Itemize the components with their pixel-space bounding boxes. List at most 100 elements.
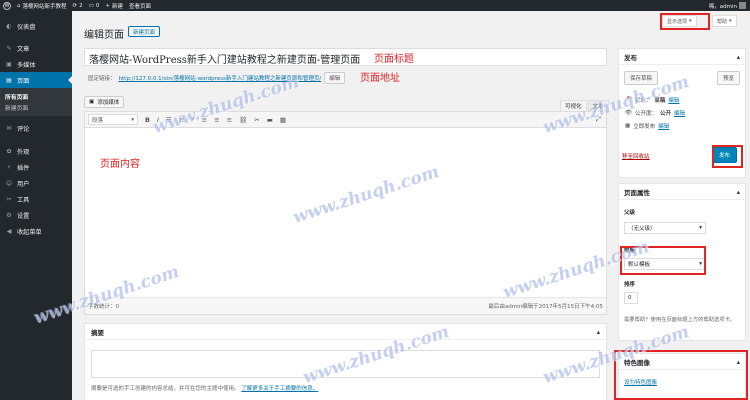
sidebar-item-tools[interactable]: ✂ 工具 bbox=[0, 191, 72, 207]
page-icon: ▤ bbox=[6, 76, 12, 84]
schedule-label: 立即发布 bbox=[633, 123, 656, 130]
order-input[interactable]: 0 bbox=[624, 292, 638, 304]
visibility-edit-link[interactable]: 编辑 bbox=[674, 109, 685, 117]
media-icon: ▣ bbox=[89, 99, 95, 105]
publish-header[interactable]: 发布 ▴ bbox=[619, 49, 745, 65]
page-attributes-header[interactable]: 页面属性 ▴ bbox=[619, 184, 745, 200]
my-account-link[interactable]: 嗨，admin bbox=[709, 2, 746, 10]
site-name-label: 落樱网站新手教程 bbox=[22, 3, 67, 10]
chevron-down-icon: ▾ bbox=[699, 225, 702, 231]
sidebar-item-label: 收起菜单 bbox=[17, 228, 42, 236]
admin-sidebar: ◐ 仪表盘 ✎ 文章 ▣ 多媒体 ▤ 页面 所有页面 新建页面 ✉ 评论 ✿ 外观 ⚡ 插件 … bbox=[0, 11, 72, 400]
add-new-page-button[interactable]: 新建页面 bbox=[128, 26, 161, 37]
settings-icon: ⚙ bbox=[6, 211, 12, 219]
permalink-label: 固定链接： bbox=[88, 76, 116, 82]
excerpt-desc-text: 摘要是可选的手工创建的内容总结，并可在您的主题中使用。 bbox=[91, 386, 240, 392]
excerpt-description: 摘要是可选的手工创建的内容总结，并可在您的主题中使用。 了解更多关于手工摘要的信… bbox=[91, 384, 318, 392]
help-label: 帮助 bbox=[717, 18, 728, 25]
comment-icon: ✉ bbox=[6, 124, 12, 132]
screen-options-highlight bbox=[660, 13, 710, 30]
format-select[interactable]: 段落 ▾ bbox=[88, 114, 138, 125]
appearance-icon: ✿ bbox=[6, 147, 12, 155]
sidebar-item-users[interactable]: ☺ 用户 bbox=[0, 175, 72, 191]
updates-link[interactable]: ⟳ 2 bbox=[73, 3, 83, 9]
comments-link[interactable]: ▭ 0 bbox=[89, 3, 100, 9]
current-menu-arrow bbox=[68, 76, 72, 84]
caret-down-icon: ▾ bbox=[729, 18, 732, 24]
view-page-label: 查看页面 bbox=[128, 3, 151, 10]
updates-count: 2 bbox=[79, 2, 83, 9]
add-media-button[interactable]: ▣ 添加媒体 bbox=[84, 96, 125, 108]
permalink-row: 固定链接： http://127.0.0.1/xin/落樱网站-wordpres… bbox=[88, 72, 346, 84]
link-icon[interactable]: ⛓ bbox=[239, 116, 247, 124]
sidebar-item-collapse[interactable]: ◀ 收起菜单 bbox=[0, 223, 72, 239]
caret-up-icon: ▴ bbox=[736, 187, 740, 196]
avatar bbox=[739, 2, 746, 9]
caret-up-icon: ▴ bbox=[736, 52, 740, 61]
unlink-icon[interactable]: ✂ bbox=[254, 116, 259, 124]
media-icon: ▣ bbox=[6, 60, 12, 68]
toolbar-toggle-icon[interactable]: ▦ bbox=[280, 116, 286, 124]
visibility-value: 公开 bbox=[660, 110, 672, 117]
bold-icon[interactable]: B bbox=[145, 116, 150, 124]
visibility-label: 公开度： bbox=[634, 110, 657, 117]
wordpress-logo-icon[interactable]: W bbox=[3, 1, 11, 10]
publish-highlight bbox=[712, 145, 743, 168]
format-select-value: 段落 bbox=[92, 117, 104, 124]
sidebar-item-pages[interactable]: ▤ 页面 bbox=[0, 72, 72, 88]
url-annotation: 页面地址 bbox=[360, 73, 400, 84]
schedule-row: ▦ 立即发布 编辑 bbox=[622, 119, 685, 132]
updates-icon: ⟳ bbox=[72, 2, 78, 9]
read-more-icon[interactable]: ▬ bbox=[267, 116, 273, 124]
sidebar-item-label: 工具 bbox=[17, 196, 30, 204]
sidebar-item-settings[interactable]: ⚙ 设置 bbox=[0, 207, 72, 223]
post-title-input[interactable]: 落樱网站-WordPress新手入门建站教程之新建页面-管理页面 bbox=[84, 48, 607, 66]
tools-icon: ✂ bbox=[6, 195, 12, 203]
schedule-edit-link[interactable]: 编辑 bbox=[658, 122, 669, 130]
permalink-edit-button[interactable]: 编辑 bbox=[324, 72, 346, 84]
greeting-label: 嗨，admin bbox=[708, 3, 737, 10]
plus-icon: + bbox=[105, 2, 110, 9]
pages-submenu: 所有页面 新建页面 bbox=[0, 88, 72, 116]
user-icon: ☺ bbox=[5, 179, 13, 187]
sidebar-item-label: 多媒体 bbox=[17, 61, 36, 69]
site-name-link[interactable]: ⌂ 落樱网站新手教程 bbox=[17, 2, 67, 10]
sidebar-item-label: 用户 bbox=[17, 180, 30, 188]
sidebar-item-media[interactable]: ▣ 多媒体 bbox=[0, 56, 72, 72]
order-label: 排序 bbox=[624, 282, 636, 288]
sidebar-item-label: 文章 bbox=[17, 45, 30, 53]
help-button[interactable]: 帮助 ▾ bbox=[712, 15, 737, 27]
new-content-link[interactable]: + 新建 bbox=[105, 2, 123, 10]
page-title: 编辑页面 bbox=[84, 30, 124, 41]
collapse-icon: ◀ bbox=[6, 227, 12, 235]
sidebar-item-plugins[interactable]: ⚡ 插件 bbox=[0, 159, 72, 175]
comments-count: 0 bbox=[95, 2, 100, 9]
sidebar-item-posts[interactable]: ✎ 文章 bbox=[0, 40, 72, 56]
submenu-add-new-page[interactable]: 新建页面 bbox=[0, 102, 72, 113]
last-edited: 最后由admin编辑于2017年5月15日下午4:05 bbox=[488, 304, 603, 310]
excerpt-header[interactable]: 摘要 ▴ bbox=[85, 324, 606, 340]
sidebar-item-label: 设置 bbox=[17, 212, 30, 220]
plugin-icon: ⚡ bbox=[6, 163, 12, 171]
submenu-all-pages[interactable]: 所有页面 bbox=[0, 91, 72, 102]
content-annotation: 页面内容 bbox=[100, 159, 140, 170]
view-page-link[interactable]: 查看页面 bbox=[129, 2, 151, 10]
align-right-icon[interactable]: ≡ bbox=[227, 116, 232, 124]
comment-bubble-icon: ▭ bbox=[88, 2, 94, 9]
title-annotation: 页面标题 bbox=[374, 54, 414, 65]
sidebar-item-appearance[interactable]: ✿ 外观 bbox=[0, 143, 72, 159]
home-icon: ⌂ bbox=[17, 2, 21, 9]
sidebar-item-label: 外观 bbox=[17, 148, 30, 156]
excerpt-title: 摘要 bbox=[91, 328, 104, 337]
sidebar-item-dashboard[interactable]: ◐ 仪表盘 bbox=[0, 18, 72, 34]
admin-bar: W ⌂ 落樱网站新手教程 ⟳ 2 ▭ 0 + 新建 查看页面 嗨，admin bbox=[0, 0, 750, 11]
editor-status-bar: 字数统计：0 最后由admin编辑于2017年5月15日下午4:05 bbox=[85, 297, 606, 314]
preview-button[interactable]: 预览 bbox=[716, 71, 740, 85]
sidebar-item-comments[interactable]: ✉ 评论 bbox=[0, 120, 72, 136]
pin-icon: ✎ bbox=[6, 44, 12, 52]
new-content-label: 新建 bbox=[111, 3, 123, 10]
parent-label: 父级 bbox=[624, 210, 636, 216]
move-to-trash-link[interactable]: 移至回收站 bbox=[622, 152, 650, 160]
parent-select[interactable]: （无父级） ▾ bbox=[624, 222, 706, 234]
sidebar-item-label: 页面 bbox=[17, 77, 30, 85]
